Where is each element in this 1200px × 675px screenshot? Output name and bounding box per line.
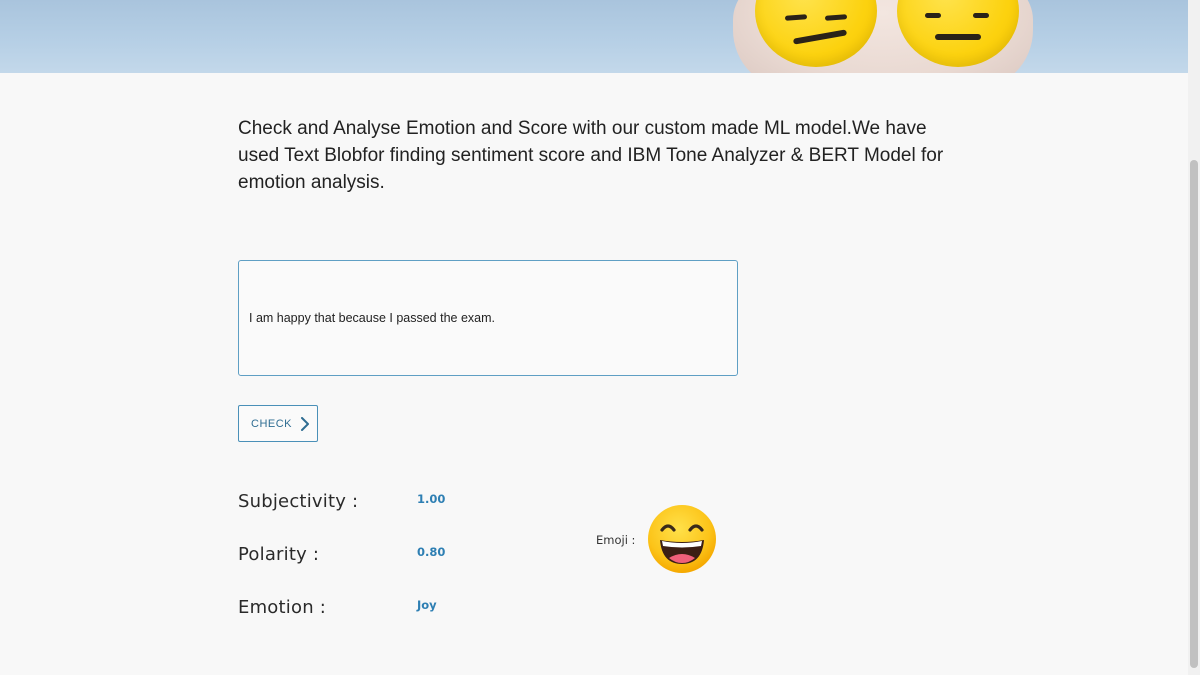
polarity-label: Polarity :: [238, 544, 320, 565]
text-input[interactable]: [239, 261, 737, 375]
check-button[interactable]: CHECK: [238, 405, 318, 442]
grinning-face-icon: [648, 505, 716, 573]
hero-banner: [0, 0, 1188, 73]
emoji-label: Emoji :: [596, 533, 636, 547]
intro-text: Check and Analyse Emotion and Score with…: [238, 118, 944, 193]
emotion-value: Joy: [417, 598, 437, 612]
emotion-label: Emotion :: [238, 597, 326, 618]
check-button-label: CHECK: [251, 417, 293, 430]
subjectivity-label: Subjectivity :: [238, 491, 359, 512]
polarity-value: 0.80: [417, 545, 446, 559]
chevron-right-icon: [301, 416, 310, 431]
intro-section: Check and Analyse Emotion and Score with…: [238, 115, 958, 196]
page: Check and Analyse Emotion and Score with…: [0, 0, 1188, 675]
subjectivity-value: 1.00: [417, 492, 446, 506]
text-input-box[interactable]: [238, 260, 738, 376]
scrollbar[interactable]: [1188, 0, 1200, 675]
scrollbar-thumb[interactable]: [1190, 160, 1198, 668]
